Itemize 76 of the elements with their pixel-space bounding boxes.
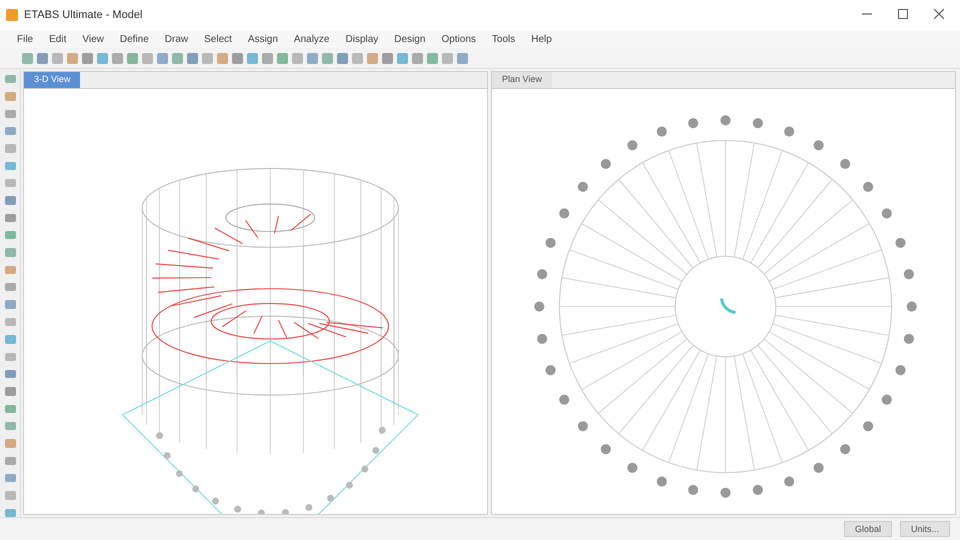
tool-icon[interactable] [4, 300, 16, 309]
tool-icon[interactable] [217, 52, 228, 64]
tool-icon[interactable] [4, 508, 16, 517]
tool-icon[interactable] [382, 52, 393, 64]
tool-icon[interactable] [4, 214, 16, 222]
tool-icon[interactable] [4, 335, 16, 344]
tool-icon[interactable] [277, 52, 288, 64]
tool-icon[interactable] [37, 52, 48, 64]
tool-icon[interactable] [352, 52, 363, 64]
tool-icon[interactable] [187, 52, 198, 64]
tool-icon[interactable] [367, 52, 378, 64]
tool-icon[interactable] [97, 52, 108, 64]
tool-icon[interactable] [202, 52, 213, 64]
menu-item[interactable]: Help [524, 34, 559, 44]
tool-icon[interactable] [4, 144, 16, 153]
tool-icon[interactable] [82, 52, 93, 64]
tool-icon[interactable] [337, 52, 348, 64]
tool-icon[interactable] [4, 474, 16, 482]
tool-icon[interactable] [4, 318, 16, 326]
tool-icon[interactable] [4, 162, 16, 170]
tool-icon[interactable] [427, 52, 438, 64]
tool-icon[interactable] [232, 52, 243, 64]
tool-icon[interactable] [4, 283, 16, 292]
tool-icon[interactable] [52, 52, 63, 64]
tool-icon[interactable] [4, 75, 16, 84]
menu-item[interactable]: Define [112, 34, 156, 44]
tool-icon[interactable] [172, 52, 183, 64]
tool-icon[interactable] [292, 52, 303, 64]
tool-icon[interactable] [247, 52, 258, 64]
tool-icon[interactable] [22, 52, 33, 64]
menu-item[interactable]: Options [434, 34, 483, 44]
menu-item[interactable]: Design [387, 34, 432, 44]
tool-icon[interactable] [4, 92, 16, 101]
menu-item[interactable]: Select [197, 34, 239, 44]
tool-icon[interactable] [4, 491, 16, 500]
menu-item[interactable]: File [10, 34, 40, 44]
tool-icon[interactable] [307, 52, 318, 64]
tool-icon[interactable] [4, 231, 16, 240]
menu-item[interactable]: Assign [240, 34, 285, 44]
tool-icon[interactable] [262, 52, 273, 64]
tool-icon[interactable] [4, 456, 16, 465]
window-title: ETABS Ultimate - Model [24, 9, 144, 21]
menu-item[interactable]: Display [338, 34, 386, 44]
tool-icon[interactable] [4, 179, 16, 188]
menu-item[interactable]: Draw [158, 34, 196, 44]
close-icon [934, 9, 944, 19]
status-field[interactable]: Units... [900, 521, 950, 537]
tool-icon[interactable] [4, 196, 16, 205]
tool-icon[interactable] [4, 404, 16, 413]
maximize-icon [898, 9, 908, 19]
tool-icon[interactable] [4, 387, 16, 396]
tool-icon[interactable] [457, 52, 468, 64]
menu-item[interactable]: Tools [484, 34, 522, 44]
tool-icon[interactable] [412, 52, 423, 64]
tool-icon[interactable] [4, 266, 16, 274]
tool-icon[interactable] [142, 52, 153, 64]
menu-item[interactable]: Edit [42, 34, 74, 44]
tool-icon[interactable] [4, 370, 16, 378]
menu-item[interactable]: Analyze [286, 34, 336, 44]
tool-icon[interactable] [4, 422, 16, 430]
tool-icon[interactable] [4, 127, 16, 136]
app-icon [6, 9, 18, 21]
tool-icon[interactable] [4, 439, 16, 448]
tool-icon[interactable] [67, 52, 78, 64]
status-field[interactable]: Global [844, 521, 892, 537]
tool-icon[interactable] [322, 52, 333, 64]
tool-icon[interactable] [157, 52, 168, 64]
tool-icon[interactable] [112, 52, 123, 64]
tool-icon[interactable] [442, 52, 453, 64]
tool-icon[interactable] [4, 248, 16, 257]
view-tab[interactable]: Plan View [492, 72, 552, 88]
tool-icon[interactable] [4, 110, 16, 118]
menu-item[interactable]: View [75, 34, 111, 44]
tool-icon[interactable] [4, 352, 16, 361]
tool-icon[interactable] [127, 52, 138, 64]
tool-icon[interactable] [397, 52, 408, 64]
